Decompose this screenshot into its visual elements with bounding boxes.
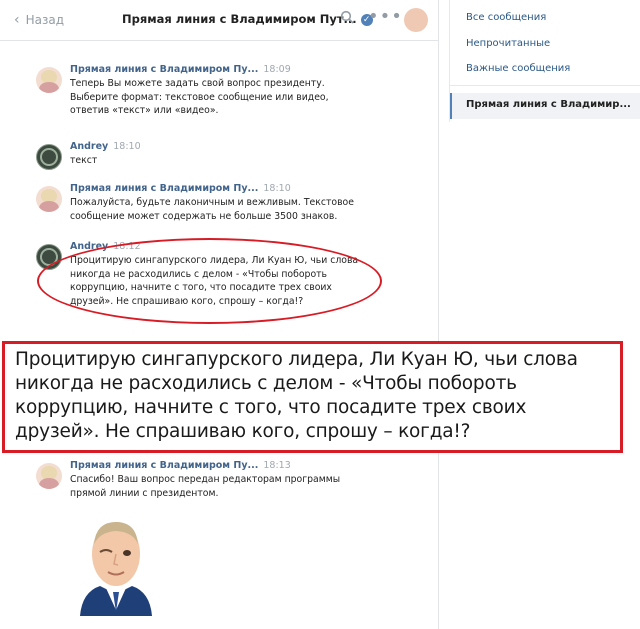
avatar[interactable] — [404, 8, 428, 32]
menu-item-important[interactable]: Важные сообщения — [466, 63, 570, 74]
message-author[interactable]: Прямая линия с Владимиром Пу... 18:13 — [70, 460, 291, 471]
search-icon[interactable] — [340, 10, 354, 28]
message-author[interactable]: Andrey 18:10 — [70, 141, 141, 152]
chat-title: Прямая линия с Владимиром Пут... ✓ — [122, 12, 373, 26]
menu-active-label: Прямая линия с Владимир... — [466, 99, 631, 110]
menu-item-unread[interactable]: Непрочитанные — [466, 38, 550, 49]
avatar — [36, 244, 62, 270]
back-label: Назад — [25, 13, 65, 27]
message-text: Теперь Вы можете задать свой вопрос през… — [70, 78, 329, 116]
back-button[interactable]: ‹ Назад — [14, 12, 64, 28]
sticker-image — [80, 522, 152, 616]
message-time: 18:12 — [113, 241, 141, 252]
message-time: 18:13 — [263, 460, 291, 471]
avatar — [36, 144, 62, 170]
message-time: 18:09 — [263, 64, 291, 75]
chat-title-text: Прямая линия с Владимиром Пут... — [122, 12, 357, 26]
quote-callout: Процитирую сингапурского лидера, Ли Куан… — [2, 341, 623, 453]
message-text: Спасибо! Ваш вопрос передан редакторам п… — [70, 474, 341, 499]
menu-item-active-chat[interactable]: Прямая линия с Владимир... — [450, 93, 640, 119]
message-author[interactable]: Прямая линия с Владимиром Пу... 18:09 — [70, 64, 291, 75]
message-author[interactable]: Прямая линия с Владимиром Пу... 18:10 — [70, 183, 291, 194]
more-icon[interactable]: ••• — [368, 6, 403, 27]
chevron-left-icon: ‹ — [14, 12, 20, 28]
message-text: Процитирую сингапурского лидера, Ли Куан… — [70, 255, 359, 307]
chat-header: ‹ Назад Прямая линия с Владимиром Пут... ✓… — [0, 0, 438, 41]
avatar — [36, 67, 62, 93]
avatar — [36, 463, 62, 489]
divider — [450, 85, 640, 86]
avatar — [36, 186, 62, 212]
callout-text: Процитирую сингапурского лидера, Ли Куан… — [15, 349, 578, 442]
menu-panel: Все сообщения Непрочитанные Важные сообщ… — [449, 0, 640, 122]
message-author[interactable]: Andrey 18:12 — [70, 241, 141, 252]
message-text: текст — [70, 155, 98, 166]
messages-menu: Все сообщения Непрочитанные Важные сообщ… — [449, 0, 640, 629]
message-text: Пожалуйста, будьте лаконичным и вежливым… — [70, 197, 354, 222]
message-time: 18:10 — [263, 183, 291, 194]
chat-panel: ‹ Назад Прямая линия с Владимиром Пут... ✓… — [0, 0, 439, 629]
message-time: 18:10 — [113, 141, 141, 152]
menu-item-all[interactable]: Все сообщения — [466, 12, 546, 23]
